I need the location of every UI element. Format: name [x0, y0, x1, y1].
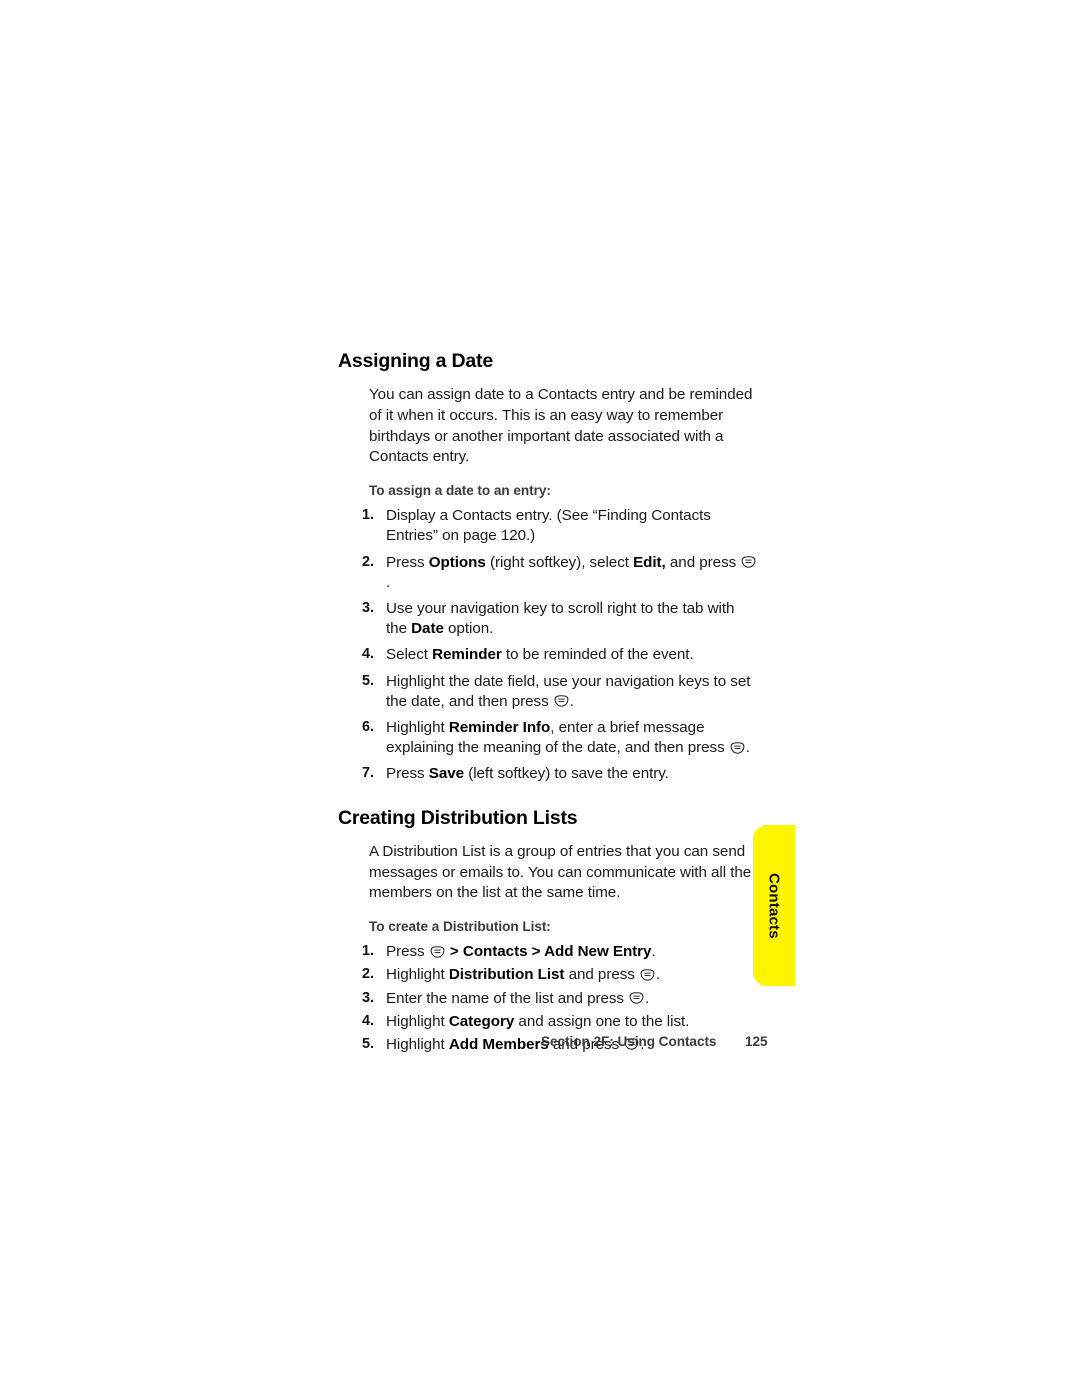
section-creating-distribution-lists: Creating Distribution Lists A Distributi… — [338, 807, 758, 1056]
list-item: 2. Press Options (right softkey), select… — [338, 553, 758, 593]
ok-key-icon — [554, 695, 569, 708]
step-number: 6. — [362, 719, 374, 736]
step-text: Highlight Category and assign one to the… — [386, 1012, 690, 1030]
footer-section-label: Section 2F: Using Contacts — [541, 1034, 717, 1049]
list-item: 3. Enter the name of the list and press … — [338, 989, 758, 1009]
step-text: Enter the name of the list and press . — [386, 989, 650, 1007]
list-item: 3. Use your navigation key to scroll rig… — [338, 599, 758, 639]
ok-key-icon — [629, 992, 644, 1004]
step-number: 7. — [362, 765, 374, 782]
step-text: Use your navigation key to scroll right … — [386, 599, 735, 638]
step-text: Press > Contacts > Add New Entry. — [386, 943, 656, 961]
ok-key-icon — [640, 969, 655, 981]
step-number: 2. — [362, 553, 374, 570]
step-text: Press Options (right softkey), select Ed… — [386, 554, 757, 591]
footer-page-number: 125 — [745, 1034, 768, 1049]
step-number: 1. — [362, 943, 374, 960]
step-number: 4. — [362, 646, 374, 663]
step-text: Display a Contacts entry. (See “Finding … — [386, 507, 711, 545]
step-text: Press Save (left softkey) to save the en… — [386, 765, 669, 783]
step-number: 3. — [362, 599, 374, 616]
procedure-lead-in: To assign a date to an entry: — [369, 483, 551, 499]
page-title: Assigning a Date — [338, 350, 493, 372]
list-item: 1. Press > Contacts > Add New Entry. — [338, 942, 758, 962]
list-item: 2. Highlight Distribution List and press… — [338, 965, 758, 985]
ok-key-icon — [741, 556, 756, 568]
procedure-lead-in: To create a Distribution List: — [369, 919, 551, 935]
list-item: 7. Press Save (left softkey) to save the… — [338, 764, 758, 784]
list-item: 5. Highlight the date field, use your na… — [338, 672, 758, 712]
list-item: 4. Select Reminder to be reminded of the… — [338, 645, 758, 665]
step-number: 3. — [362, 989, 374, 1006]
thumb-index-tab: Contacts — [753, 825, 795, 986]
ok-key-icon — [730, 742, 745, 754]
step-text: Highlight Distribution List and press . — [386, 966, 661, 984]
step-number: 2. — [362, 966, 374, 983]
section-title: Creating Distribution Lists — [338, 806, 578, 829]
section-intro-paragraph: You can assign date to a Contacts entry … — [369, 386, 753, 466]
page-content: Assigning a Date You can assign date to … — [338, 350, 758, 1058]
step-number: 5. — [362, 672, 374, 689]
step-text: Highlight Reminder Info, enter a brief m… — [386, 719, 750, 757]
ok-key-icon — [430, 945, 445, 958]
step-text: Highlight the date field, use your navig… — [386, 672, 751, 710]
section-intro-paragraph: A Distribution List is a group of entrie… — [369, 843, 752, 902]
step-text: Select Reminder to be reminded of the ev… — [386, 646, 694, 664]
section-assigning-a-date: Assigning a Date You can assign date to … — [338, 350, 758, 785]
manual-page: Assigning a Date You can assign date to … — [0, 0, 1080, 1397]
list-item: 1. Display a Contacts entry. (See “Findi… — [338, 506, 758, 546]
list-item: 4. Highlight Category and assign one to … — [338, 1012, 758, 1032]
step-number: 4. — [362, 1012, 374, 1029]
step-number: 1. — [362, 507, 374, 524]
list-item: 6. Highlight Reminder Info, enter a brie… — [338, 718, 758, 758]
page-footer: Section 2F: Using Contacts 125 — [338, 1034, 768, 1054]
thumb-index-tab-label: Contacts — [765, 872, 783, 939]
procedure-steps-list: 1. Display a Contacts entry. (See “Findi… — [338, 506, 758, 785]
